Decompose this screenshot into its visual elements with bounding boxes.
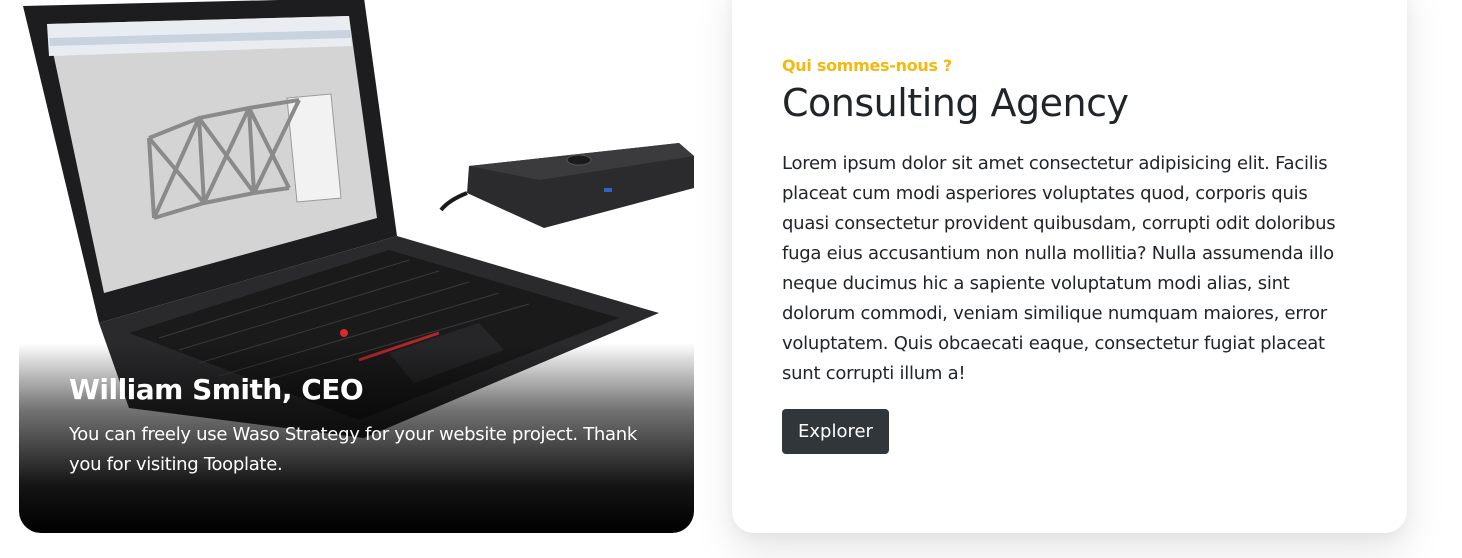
section-body: Lorem ipsum dolor sit amet consectetur a… [782, 153, 1336, 384]
explore-button[interactable]: Explorer [782, 409, 889, 454]
section-title: Consulting Agency [782, 81, 1129, 125]
caption-text: You can freely use Waso Strategy for you… [69, 424, 637, 475]
section-eyebrow: Qui sommes-nous ? [782, 56, 952, 75]
team-member-card: William Smith, CEO You can freely use Wa… [19, 0, 694, 533]
caption-overlay: William Smith, CEO You can freely use Wa… [19, 343, 694, 533]
about-card: Qui sommes-nous ? Consulting Agency Lore… [732, 0, 1407, 533]
caption-title: William Smith, CEO [69, 373, 364, 406]
